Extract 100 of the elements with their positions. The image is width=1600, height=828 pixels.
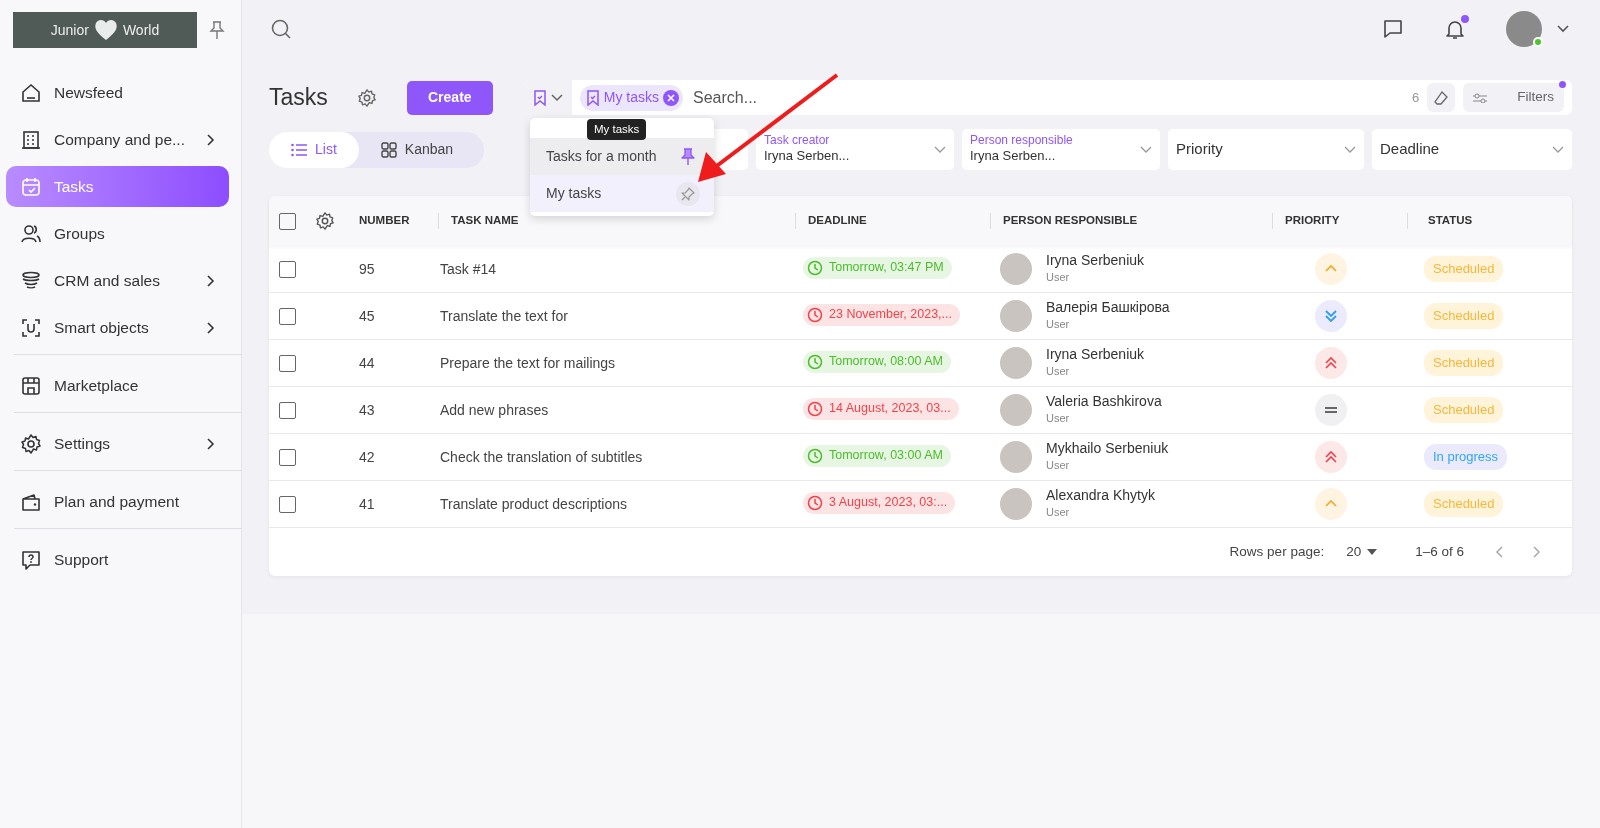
column-header: STATUS [1428, 213, 1473, 229]
filter-field[interactable]: Person responsible Iryna Serben... [962, 129, 1160, 170]
task-name: Check the translation of subtitles [440, 448, 643, 465]
menu-item-label: Tasks for a month [546, 147, 657, 166]
filter-field[interactable]: Priority [1168, 129, 1364, 170]
task-number: 95 [358, 259, 376, 279]
row-checkbox[interactable] [279, 448, 296, 466]
sidebar-item[interactable]: Plan and payment [6, 481, 229, 522]
pin-button[interactable] [676, 181, 700, 206]
rows-per-page-select[interactable]: 20 [1346, 541, 1378, 563]
sidebar-item[interactable]: Marketplace [6, 365, 229, 406]
row-checkbox[interactable] [279, 401, 296, 419]
field-placeholder: Priority [1176, 140, 1223, 158]
filter-field[interactable]: Task creator Iryna Serben... [756, 129, 954, 170]
filter-field[interactable]: Deadline [1372, 129, 1572, 170]
person-role: User [1046, 317, 1071, 333]
home-icon [20, 81, 42, 104]
row-checkbox[interactable] [279, 354, 296, 372]
calendar-icon [20, 175, 42, 198]
scan-icon [20, 316, 42, 339]
row-checkbox[interactable] [279, 260, 296, 278]
list-icon [291, 142, 307, 157]
clock-icon [807, 306, 823, 323]
menu-item-label: My tasks [546, 184, 602, 203]
people-icon [20, 222, 42, 245]
logo[interactable]: Junior World [13, 12, 197, 48]
person-name: Iryna Serbeniuk [1046, 346, 1145, 364]
settings-icon [20, 432, 42, 455]
column-header: TASK NAME [451, 213, 519, 229]
avatar [1000, 253, 1032, 285]
deadline-badge: 3 August, 2023, 03:... [803, 491, 956, 514]
chevron-down-icon [934, 145, 946, 154]
chevron-down-icon[interactable] [1556, 24, 1570, 34]
search-bar[interactable]: My tasks Search... 6 Filters [523, 80, 1572, 115]
pin-icon[interactable] [209, 20, 225, 40]
heart-icon [92, 18, 119, 42]
column-header: NUMBER [359, 213, 410, 229]
clock-icon [807, 353, 823, 370]
person-role: User [1046, 505, 1071, 521]
user-avatar[interactable] [1506, 11, 1542, 47]
clock-icon [807, 259, 823, 276]
eraser-icon [1434, 90, 1449, 105]
stack-icon [20, 269, 42, 292]
select-all-checkbox[interactable] [279, 212, 296, 230]
store-icon [20, 374, 42, 397]
task-name: Prepare the text for mailings [440, 354, 616, 371]
task-number: 44 [358, 353, 376, 373]
chevron-right-icon [205, 273, 215, 288]
bell-icon[interactable] [1444, 18, 1466, 41]
status-badge: Scheduled [1424, 303, 1504, 329]
page-range: 1–6 of 6 [1415, 542, 1464, 561]
chevron-down-icon [1140, 145, 1152, 154]
status-badge: In progress [1424, 444, 1508, 470]
sidebar-item[interactable]: Company and pe... [6, 119, 229, 160]
person-name: Valeria Bashkirova [1046, 393, 1162, 411]
chevron-down-icon [550, 93, 563, 102]
logo-text: Junior [50, 20, 89, 40]
row-checkbox[interactable] [279, 495, 296, 513]
clear-button[interactable] [1427, 83, 1456, 112]
avatar [1000, 394, 1032, 426]
logo-text: World [122, 20, 160, 40]
task-number: 41 [358, 494, 376, 514]
row-checkbox[interactable] [279, 307, 296, 325]
clock-icon [807, 400, 823, 417]
sidebar-item[interactable]: Newsfeed [6, 72, 229, 113]
task-number: 43 [358, 400, 376, 420]
status-badge: Scheduled [1424, 350, 1504, 376]
help-icon [20, 548, 42, 571]
person-role: User [1046, 411, 1071, 427]
deadline-badge: Tomorrow, 03:00 AM [803, 444, 951, 467]
settings-icon[interactable] [356, 87, 377, 108]
menu-item[interactable]: Tasks for a month [530, 138, 714, 175]
view-tab[interactable]: List [269, 131, 359, 168]
chat-icon[interactable] [1382, 18, 1404, 40]
close-icon[interactable] [663, 89, 680, 106]
sidebar-item[interactable]: Smart objects [6, 307, 229, 348]
status-badge: Scheduled [1424, 397, 1504, 423]
column-header: PRIORITY [1285, 213, 1340, 229]
view-tab[interactable]: Kanban [358, 131, 476, 168]
sidebar-item[interactable]: Groups [6, 213, 229, 254]
person-name: Валерія Башкірова [1046, 299, 1170, 317]
menu-item[interactable]: My tasks [530, 175, 714, 212]
sidebar-item[interactable]: CRM and sales [6, 260, 229, 301]
person-name: Alexandra Khytyk [1046, 487, 1155, 505]
chevron-down-icon [1344, 145, 1356, 154]
chevron-right-icon [205, 320, 215, 335]
tooltip: My tasks [587, 119, 647, 141]
column-header: DEADLINE [808, 213, 867, 229]
rows-per-page-label: Rows per page: [1229, 542, 1325, 561]
search-icon[interactable] [270, 18, 292, 40]
task-name: Translate the text for [440, 307, 568, 324]
filter-chip[interactable]: My tasks [579, 84, 684, 111]
sidebar-item[interactable]: Support [6, 539, 229, 580]
settings-icon[interactable] [315, 211, 335, 231]
filters-button[interactable]: Filters [1463, 83, 1564, 112]
create-button[interactable]: Create [406, 80, 493, 115]
sidebar-item[interactable]: Settings [6, 423, 229, 464]
avatar [1000, 347, 1032, 379]
chevron-down-icon [1552, 145, 1564, 154]
person-role: User [1046, 458, 1071, 474]
